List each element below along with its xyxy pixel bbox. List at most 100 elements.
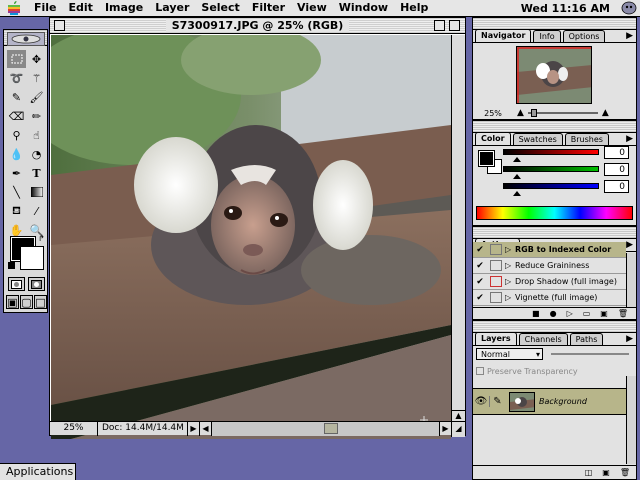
- expand-triangle-icon[interactable]: ▷: [505, 293, 515, 302]
- horizontal-scrollbar[interactable]: [212, 421, 440, 436]
- scroll-left-arrow-icon[interactable]: ◀: [200, 421, 212, 436]
- menu-window[interactable]: Window: [333, 0, 394, 16]
- tab-info[interactable]: Info: [533, 30, 561, 42]
- navigator-thumbnail[interactable]: [516, 46, 592, 104]
- layer-row-background[interactable]: 👁 ✎ Background: [473, 388, 626, 415]
- actions-scrollbar[interactable]: [626, 253, 636, 307]
- magic-wand-tool-icon[interactable]: ⚚: [27, 69, 46, 87]
- action-item[interactable]: ✔ ▷ Vignette (full image): [473, 290, 626, 306]
- zoom-box-icon[interactable]: [434, 20, 445, 31]
- applications-tab[interactable]: Applications: [0, 463, 76, 480]
- gradient-tool-icon[interactable]: [27, 183, 46, 201]
- airbrush-tool-icon[interactable]: ✎: [7, 88, 26, 106]
- move-tool-icon[interactable]: ✥: [27, 50, 46, 68]
- zoom-out-icon[interactable]: ▲: [517, 108, 524, 118]
- red-slider[interactable]: [503, 149, 599, 155]
- menu-file[interactable]: File: [28, 0, 63, 16]
- checkmark-icon[interactable]: ✔: [473, 261, 487, 271]
- close-box-icon[interactable]: [54, 20, 65, 31]
- quick-mask-mode-icon[interactable]: [28, 277, 45, 291]
- expand-triangle-icon[interactable]: ▷: [505, 245, 515, 254]
- blur-tool-icon[interactable]: 💧: [7, 145, 26, 163]
- tab-paths[interactable]: Paths: [569, 333, 604, 345]
- play-icon[interactable]: ▷: [567, 309, 573, 318]
- dialog-toggle-icon[interactable]: [490, 276, 502, 287]
- color-foreground-swatch[interactable]: [478, 150, 495, 167]
- opacity-slider[interactable]: [551, 353, 629, 355]
- new-set-icon[interactable]: ▭: [583, 309, 591, 318]
- dialog-toggle-icon[interactable]: [490, 292, 502, 303]
- palette-menu-arrow-icon[interactable]: ▶: [626, 134, 633, 144]
- standard-mode-icon[interactable]: [8, 277, 25, 291]
- marquee-tool-icon[interactable]: [7, 50, 26, 68]
- checkmark-icon[interactable]: ✔: [473, 277, 487, 287]
- tab-options[interactable]: Options: [562, 30, 606, 42]
- expand-triangle-icon[interactable]: ▷: [505, 277, 515, 286]
- red-value[interactable]: 0: [604, 146, 629, 159]
- zoom-level-field[interactable]: 25%: [50, 421, 98, 436]
- pen-tool-icon[interactable]: ✒: [7, 164, 26, 182]
- expand-triangle-icon[interactable]: ▷: [505, 261, 515, 270]
- checkmark-icon[interactable]: ✔: [473, 293, 487, 303]
- line-tool-icon[interactable]: ╲: [7, 183, 26, 201]
- apple-menu-icon[interactable]: [0, 0, 28, 16]
- blend-mode-select[interactable]: Normal ▾: [476, 348, 543, 360]
- navigator-zoom-field[interactable]: 25%: [473, 109, 513, 118]
- vertical-scrollbar[interactable]: ▼ ▲: [451, 35, 465, 437]
- type-tool-icon[interactable]: T: [27, 164, 46, 182]
- tab-navigator[interactable]: Navigator: [475, 29, 532, 42]
- doc-size-readout[interactable]: Doc: 14.4M/14.4M: [98, 421, 188, 436]
- new-action-icon[interactable]: ▣: [600, 309, 608, 318]
- navigator-zoom-slider[interactable]: [527, 109, 598, 117]
- lasso-tool-icon[interactable]: ➰: [7, 69, 26, 87]
- smudge-tool-icon[interactable]: ☝: [27, 126, 46, 144]
- document-titlebar[interactable]: S7300917.JPG @ 25% (RGB): [50, 18, 465, 34]
- photoshop-app-icon[interactable]: [618, 0, 640, 16]
- blue-value[interactable]: 0: [604, 180, 629, 193]
- status-menu-arrow-icon[interactable]: ▶: [188, 421, 200, 436]
- preserve-transparency-checkbox[interactable]: [476, 367, 484, 375]
- menu-select[interactable]: Select: [195, 0, 245, 16]
- green-value[interactable]: 0: [604, 163, 629, 176]
- blue-slider[interactable]: [503, 183, 599, 189]
- menubar-clock[interactable]: Wed 11:16 AM: [521, 2, 618, 15]
- new-layer-icon[interactable]: ▣: [602, 468, 610, 477]
- trash-icon[interactable]: 🗑: [620, 468, 630, 477]
- horizontal-scroll-thumb[interactable]: [324, 422, 338, 434]
- menu-edit[interactable]: Edit: [63, 0, 99, 16]
- screen-mode-standard-icon[interactable]: ▣: [6, 295, 19, 309]
- tab-layers[interactable]: Layers: [475, 332, 517, 345]
- pencil-tool-icon[interactable]: ✏: [27, 107, 46, 125]
- tab-swatches[interactable]: Swatches: [512, 133, 563, 145]
- eyedropper-tool-icon[interactable]: ⁄: [27, 202, 46, 220]
- screen-mode-full-menu-icon[interactable]: ▢: [20, 295, 33, 309]
- new-layer-mask-icon[interactable]: ◫: [585, 468, 593, 477]
- scroll-right-arrow-icon[interactable]: ▶: [440, 421, 452, 436]
- paint-bucket-tool-icon[interactable]: ⛾: [7, 202, 26, 220]
- color-spectrum-bar[interactable]: [476, 206, 633, 220]
- eye-visibility-icon[interactable]: 👁: [473, 396, 489, 407]
- action-item[interactable]: ✔ ▷ Drop Shadow (full image): [473, 274, 626, 290]
- resize-grip-icon[interactable]: ◢: [452, 422, 465, 436]
- stop-icon[interactable]: ■: [532, 309, 540, 318]
- background-color-swatch[interactable]: [20, 246, 44, 270]
- default-colors-icon[interactable]: [8, 262, 15, 269]
- dialog-toggle-icon[interactable]: [490, 260, 502, 271]
- checkmark-icon[interactable]: ✔: [473, 245, 487, 255]
- red-slider-handle[interactable]: [513, 157, 521, 162]
- collapse-box-icon[interactable]: [449, 20, 460, 31]
- menu-image[interactable]: Image: [99, 0, 149, 16]
- action-item[interactable]: ✔ ▷ RGB to Indexed Color: [473, 242, 626, 258]
- image-canvas[interactable]: [51, 35, 451, 439]
- tab-color[interactable]: Color: [475, 132, 511, 145]
- swap-colors-icon[interactable]: ↱: [38, 234, 45, 243]
- brush-link-icon[interactable]: ✎: [489, 396, 505, 407]
- menu-layer[interactable]: Layer: [149, 0, 195, 16]
- menu-filter[interactable]: Filter: [246, 0, 291, 16]
- palette-menu-arrow-icon[interactable]: ▶: [626, 334, 633, 344]
- action-item[interactable]: ✔ ▷ Reduce Graininess: [473, 258, 626, 274]
- tab-brushes[interactable]: Brushes: [564, 133, 609, 145]
- blue-slider-handle[interactable]: [513, 191, 521, 196]
- eraser-tool-icon[interactable]: ⌫: [7, 107, 26, 125]
- dodge-tool-icon[interactable]: ◔: [27, 145, 46, 163]
